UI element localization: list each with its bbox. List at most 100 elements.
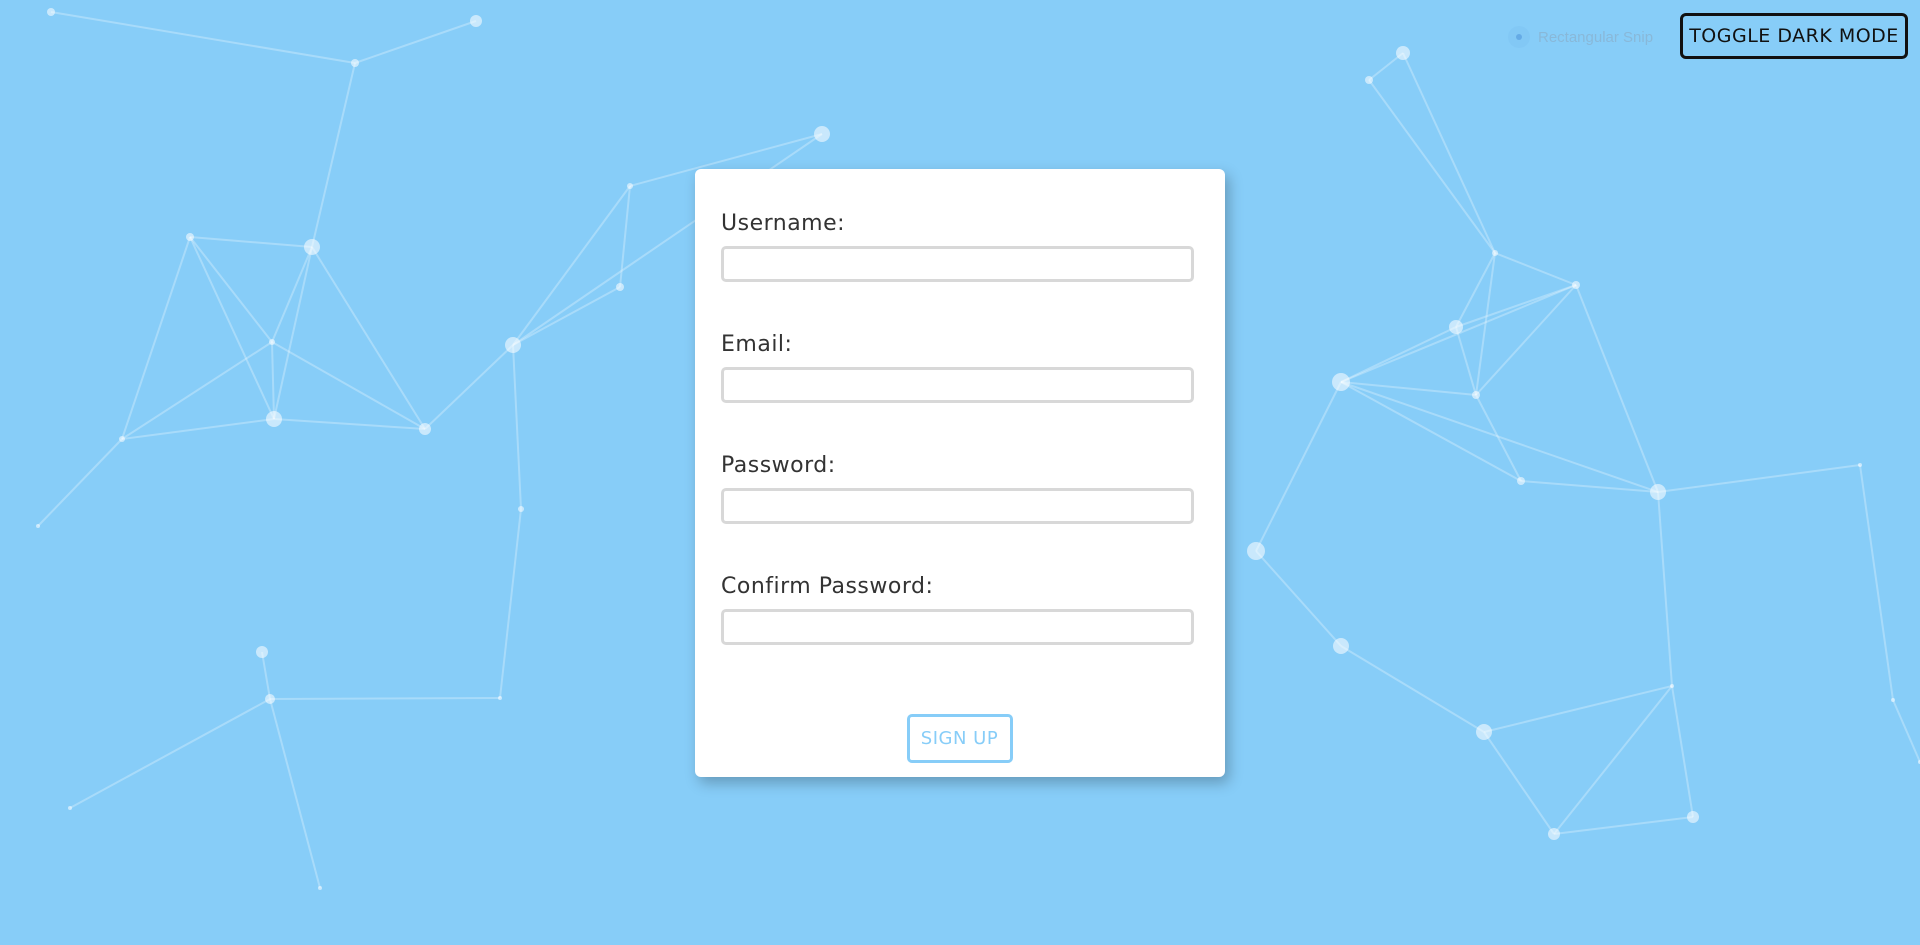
email-label: Email: — [721, 332, 793, 357]
snip-icon — [1508, 26, 1530, 48]
snip-label: Rectangular Snip — [1538, 28, 1654, 46]
network-link — [1340, 326, 1457, 383]
network-link — [1657, 464, 1861, 493]
network-node — [1472, 391, 1480, 399]
network-link — [1520, 480, 1659, 493]
network-node — [265, 694, 275, 704]
network-link — [271, 341, 275, 420]
network-node — [351, 59, 359, 67]
network-link — [499, 508, 522, 699]
network-node — [814, 126, 830, 142]
network-node — [1858, 463, 1862, 467]
network-link — [1494, 252, 1577, 286]
sign-up-button[interactable]: SIGN UP — [906, 714, 1013, 763]
network-node — [1247, 542, 1265, 560]
network-node — [1449, 320, 1463, 334]
network-node — [419, 423, 431, 435]
network-link — [1892, 699, 1920, 763]
network-link — [271, 246, 313, 343]
network-node — [498, 696, 502, 700]
network-link — [37, 438, 123, 527]
password-input[interactable] — [721, 488, 1194, 524]
network-link — [311, 246, 426, 430]
network-node — [1492, 250, 1498, 256]
network-node — [68, 806, 72, 810]
network-node — [1572, 281, 1580, 289]
network-link — [354, 20, 477, 64]
confirm-password-field-group: Confirm Password: — [721, 572, 1194, 693]
network-link — [1455, 326, 1477, 396]
network-link — [121, 341, 273, 440]
network-link — [1553, 816, 1694, 835]
network-link — [1483, 685, 1673, 733]
network-link — [512, 344, 522, 510]
password-label: Password: — [721, 453, 836, 478]
network-node — [1476, 724, 1492, 740]
network-link — [271, 341, 426, 430]
email-field-group: Email: — [721, 330, 1194, 451]
network-node — [269, 339, 275, 345]
network-node — [36, 524, 40, 528]
network-node — [1365, 76, 1373, 84]
network-node — [470, 15, 482, 27]
network-link — [269, 698, 321, 889]
network-link — [121, 236, 191, 440]
page-background: Rectangular Snip TOGGLE DARK MODE Userna… — [0, 0, 1920, 945]
network-node — [1687, 811, 1699, 823]
network-node — [1333, 638, 1349, 654]
network-link — [1657, 491, 1673, 687]
network-node — [1548, 828, 1560, 840]
network-node — [1332, 373, 1350, 391]
network-link — [269, 697, 501, 700]
network-node — [256, 646, 268, 658]
network-link — [1553, 685, 1673, 835]
username-label: Username: — [721, 211, 846, 236]
username-field-group: Username: — [721, 209, 1194, 330]
network-node — [1670, 684, 1674, 688]
username-input[interactable] — [721, 246, 1194, 282]
network-node — [518, 506, 524, 512]
network-link — [50, 11, 356, 64]
network-node — [318, 886, 322, 890]
network-node — [304, 239, 320, 255]
network-node — [47, 8, 55, 16]
network-node — [627, 183, 633, 189]
network-link — [1859, 464, 1894, 701]
network-link — [1475, 252, 1496, 396]
network-link — [1255, 381, 1342, 552]
network-node — [1517, 477, 1525, 485]
network-link — [1255, 550, 1342, 647]
network-node — [505, 337, 521, 353]
network-link — [69, 698, 271, 809]
network-link — [1340, 381, 1659, 493]
network-link — [121, 418, 275, 440]
snip-indicator: Rectangular Snip — [1508, 26, 1653, 48]
network-link — [1340, 645, 1485, 733]
network-link — [261, 651, 271, 700]
confirm-password-input[interactable] — [721, 609, 1194, 645]
network-link — [1671, 685, 1694, 818]
network-link — [1368, 79, 1496, 254]
network-node — [616, 283, 624, 291]
network-link — [311, 62, 356, 248]
network-node — [186, 233, 194, 241]
submit-row: SIGN UP — [721, 714, 1194, 763]
password-field-group: Password: — [721, 451, 1194, 572]
toggle-dark-mode-button[interactable]: TOGGLE DARK MODE — [1680, 13, 1908, 59]
network-link — [512, 185, 631, 346]
network-link — [1575, 284, 1659, 493]
network-node — [1650, 484, 1666, 500]
network-link — [273, 418, 426, 430]
network-node — [119, 436, 125, 442]
network-node — [1396, 46, 1410, 60]
network-link — [512, 286, 621, 346]
network-node — [266, 411, 282, 427]
network-link — [1483, 731, 1555, 835]
network-link — [273, 246, 313, 420]
network-link — [424, 344, 514, 430]
confirm-password-label: Confirm Password: — [721, 574, 934, 599]
network-link — [1402, 52, 1496, 254]
email-input[interactable] — [721, 367, 1194, 403]
network-node — [1891, 698, 1895, 702]
network-link — [189, 236, 313, 248]
